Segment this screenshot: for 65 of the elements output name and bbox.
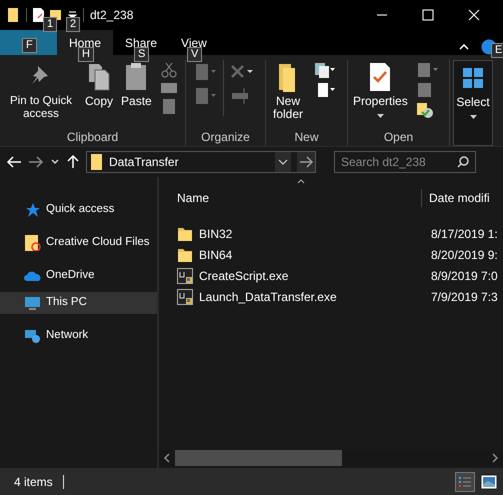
- item-count: 4 items: [14, 474, 53, 490]
- sidebar-item[interactable]: OneDrive: [0, 265, 157, 287]
- sidebar-item[interactable]: Quick access: [0, 199, 157, 221]
- collapse-icon[interactable]: [459, 44, 469, 50]
- column-header[interactable]: Name: [177, 189, 210, 207]
- keytip-label: S: [134, 47, 150, 62]
- sidebar-item[interactable]: This PC: [0, 292, 157, 314]
- properties-icon[interactable]: [33, 8, 44, 22]
- folder-icon: [91, 154, 103, 170]
- folder-icon: [177, 226, 193, 242]
- date-cell-text: 7/9/2019 7:3: [430, 288, 498, 306]
- star-icon: [24, 202, 41, 218]
- file-name[interactable]: Launch_DataTransfer.exe: [199, 288, 337, 306]
- search-icon: [457, 156, 469, 168]
- column-header[interactable]: Date modifi: [429, 191, 490, 205]
- details-view-icon[interactable]: [455, 472, 475, 492]
- keytip-label: F: [22, 38, 37, 53]
- app-icon: [177, 288, 193, 304]
- network-icon: [24, 328, 41, 344]
- keytip-label: V: [187, 47, 202, 62]
- new-item-icon[interactable]: [314, 62, 336, 78]
- caret-icon[interactable]: [68, 11, 77, 19]
- search-field[interactable]: Search dt2_238: [334, 151, 476, 173]
- folder-icon: [8, 7, 20, 23]
- cloud-folder-icon: [24, 235, 41, 251]
- app-icon: [177, 268, 193, 284]
- file-name[interactable]: CreateScript.exe: [199, 266, 288, 284]
- sidebar-item[interactable]: Creative Cloud Files: [0, 232, 157, 254]
- group-label: Open: [382, 129, 414, 146]
- date-cell-text: 8/20/2019 9:: [430, 246, 498, 264]
- command-button[interactable]: Properties: [351, 60, 410, 120]
- group-label: Clipboard: [66, 129, 120, 146]
- address-path: DataTransfer: [109, 154, 180, 171]
- forward-icon[interactable]: [28, 155, 44, 169]
- group-label: Organize: [200, 129, 251, 146]
- folder-icon: [177, 246, 193, 262]
- caret-icon[interactable]: [470, 115, 476, 119]
- date-cell-text: 8/9/2019 7:0: [430, 268, 498, 284]
- keytip-label: E: [491, 43, 503, 58]
- up-icon[interactable]: [66, 155, 80, 169]
- address-bar[interactable]: DataTransfer: [86, 151, 316, 173]
- history-icon[interactable]: [416, 102, 433, 118]
- window-title: dt2_238: [90, 7, 134, 24]
- scrollbar-thumb[interactable]: [175, 450, 342, 466]
- copy-icon[interactable]: [86, 62, 112, 92]
- back-icon[interactable]: [6, 155, 22, 169]
- file-name[interactable]: BIN32: [199, 224, 232, 242]
- chevron-down-icon[interactable]: [50, 158, 60, 166]
- command-button[interactable]: Copy: [83, 60, 116, 110]
- keytip-label: 1: [43, 17, 58, 32]
- sidebar-item[interactable]: Network: [0, 325, 157, 347]
- command-button[interactable]: Paste: [119, 60, 154, 110]
- scissors-icon[interactable]: [160, 62, 177, 78]
- computer-icon: [24, 295, 41, 311]
- group-label: New: [293, 129, 320, 146]
- chevron-down-icon[interactable]: [275, 152, 291, 172]
- thumbnail-view-icon[interactable]: [481, 474, 497, 488]
- file-name[interactable]: BIN64: [199, 246, 232, 264]
- command-button[interactable]: New folder: [269, 60, 307, 123]
- command-button[interactable]: Pin to Quick access: [3, 60, 79, 123]
- date-cell-text: 8/17/2019 1:: [430, 226, 498, 242]
- keytip-label: 2: [66, 17, 80, 32]
- keytip-label: H: [78, 47, 94, 62]
- caret-icon[interactable]: [376, 114, 384, 118]
- search-placeholder: Search dt2_238: [341, 154, 426, 171]
